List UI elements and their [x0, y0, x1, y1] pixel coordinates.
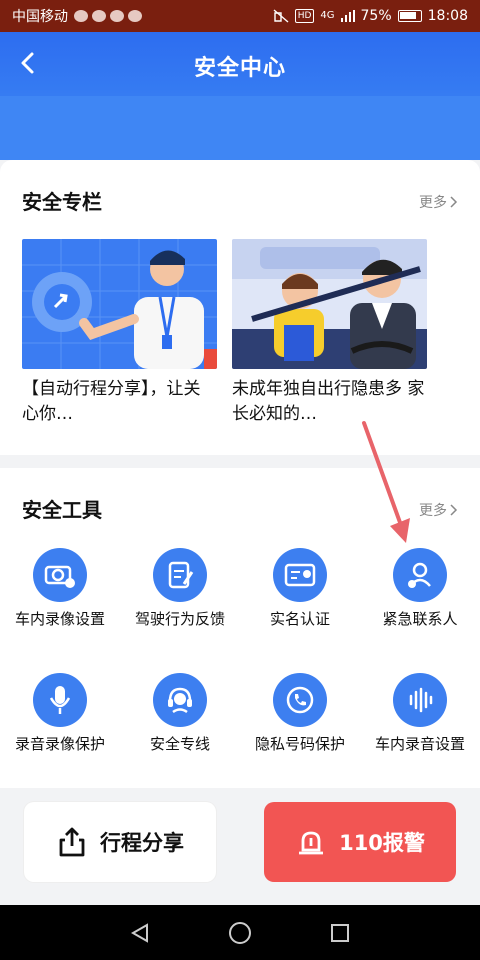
safety-column-section: 安全专栏 更多 【自动行程分享】，让关心你… 未成年独自出行隐患多 家长必知的…: [0, 160, 480, 455]
tool-safety-hotline[interactable]: 安全专线: [120, 673, 240, 754]
tool-recording-protection[interactable]: 录音录像保护: [0, 673, 120, 754]
phone-privacy-icon: [273, 673, 327, 727]
wechat-icon: [74, 10, 88, 22]
nav-home-button[interactable]: [222, 915, 258, 951]
tool-real-name-verification[interactable]: 实名认证: [240, 548, 360, 629]
article-card[interactable]: 未成年独自出行隐患多 家长必知的…: [232, 239, 427, 427]
emergency-contact-icon: [393, 548, 447, 602]
system-nav-bar: [0, 905, 480, 960]
article-card[interactable]: 【自动行程分享】，让关心你…: [22, 239, 217, 427]
article-title: 【自动行程分享】，让关心你…: [22, 379, 201, 424]
battery-icon: [397, 10, 422, 22]
tools-more-link[interactable]: 更多: [419, 500, 458, 520]
square-recents-icon: [331, 923, 349, 942]
clock: 18:08: [427, 8, 468, 24]
tool-emergency-contact[interactable]: 紧急联系人: [360, 548, 480, 629]
article-thumbnail: [232, 239, 427, 369]
microphone-icon: [33, 673, 87, 727]
nav-recents-button[interactable]: [322, 915, 358, 951]
article-title: 未成年独自出行隐患多 家长必知的…: [232, 379, 425, 424]
headset-icon: [153, 673, 207, 727]
circle-home-icon: [229, 921, 251, 944]
share-icon: [59, 827, 85, 857]
trip-share-label: 行程分享: [100, 831, 184, 855]
chevron-right-icon: [450, 196, 458, 208]
driving-feedback-icon: [153, 548, 207, 602]
more-label: 更多: [419, 195, 447, 211]
camera-settings-icon: [33, 548, 87, 602]
signal-icon: [340, 10, 355, 22]
mute-icon: [273, 9, 289, 23]
tool-label: 实名认证: [269, 610, 330, 628]
call-110-label: 110报警: [339, 831, 425, 855]
tool-number-privacy[interactable]: 隐私号码保护: [240, 673, 360, 754]
tool-label: 隐私号码保护: [254, 735, 345, 753]
section-title: 安全专栏: [22, 190, 102, 214]
app-icon-2: [128, 10, 142, 22]
tool-label: 车内录像设置: [14, 610, 105, 628]
tool-label: 车内录音设置: [374, 735, 465, 753]
status-bar: 中国移动 HD 4G 75% 18:08: [0, 0, 480, 32]
tool-label: 安全专线: [149, 735, 210, 753]
triangle-back-icon: [130, 922, 148, 943]
network-type: 4G: [320, 10, 335, 21]
tool-label: 紧急联系人: [382, 610, 458, 628]
tool-label: 驾驶行为反馈: [134, 610, 225, 628]
section-title: 安全工具: [22, 498, 102, 522]
trip-share-button[interactable]: 行程分享: [24, 802, 216, 882]
safety-tools-section: 安全工具 更多 车内录像设置 驾驶行为反馈 实名认证 紧急联系人 录音录像保护: [0, 468, 480, 788]
message-icon: [92, 10, 106, 22]
tool-in-car-audio-settings[interactable]: 车内录音设置: [360, 673, 480, 754]
nav-back-button[interactable]: [122, 915, 158, 951]
carrier-name: 中国移动: [12, 9, 68, 25]
page-header: 安全中心: [0, 32, 480, 160]
call-110-button[interactable]: 110报警: [264, 802, 456, 882]
more-label: 更多: [419, 503, 447, 519]
app-icon: [110, 10, 124, 22]
page-title: 安全中心: [193, 56, 286, 81]
alarm-light-icon: [299, 831, 324, 855]
battery-percent: 75%: [360, 8, 392, 24]
header-band: [0, 96, 480, 160]
column-more-link[interactable]: 更多: [419, 192, 458, 212]
tool-label: 录音录像保护: [14, 735, 105, 753]
audio-wave-icon: [393, 673, 447, 727]
article-thumbnail: [22, 239, 217, 369]
tool-in-car-video-settings[interactable]: 车内录像设置: [0, 548, 120, 629]
tool-driving-feedback[interactable]: 驾驶行为反馈: [120, 548, 240, 629]
notification-icons: [74, 10, 142, 22]
chevron-right-icon: [450, 504, 458, 516]
hd-badge: HD: [294, 9, 315, 23]
id-card-icon: [273, 548, 327, 602]
